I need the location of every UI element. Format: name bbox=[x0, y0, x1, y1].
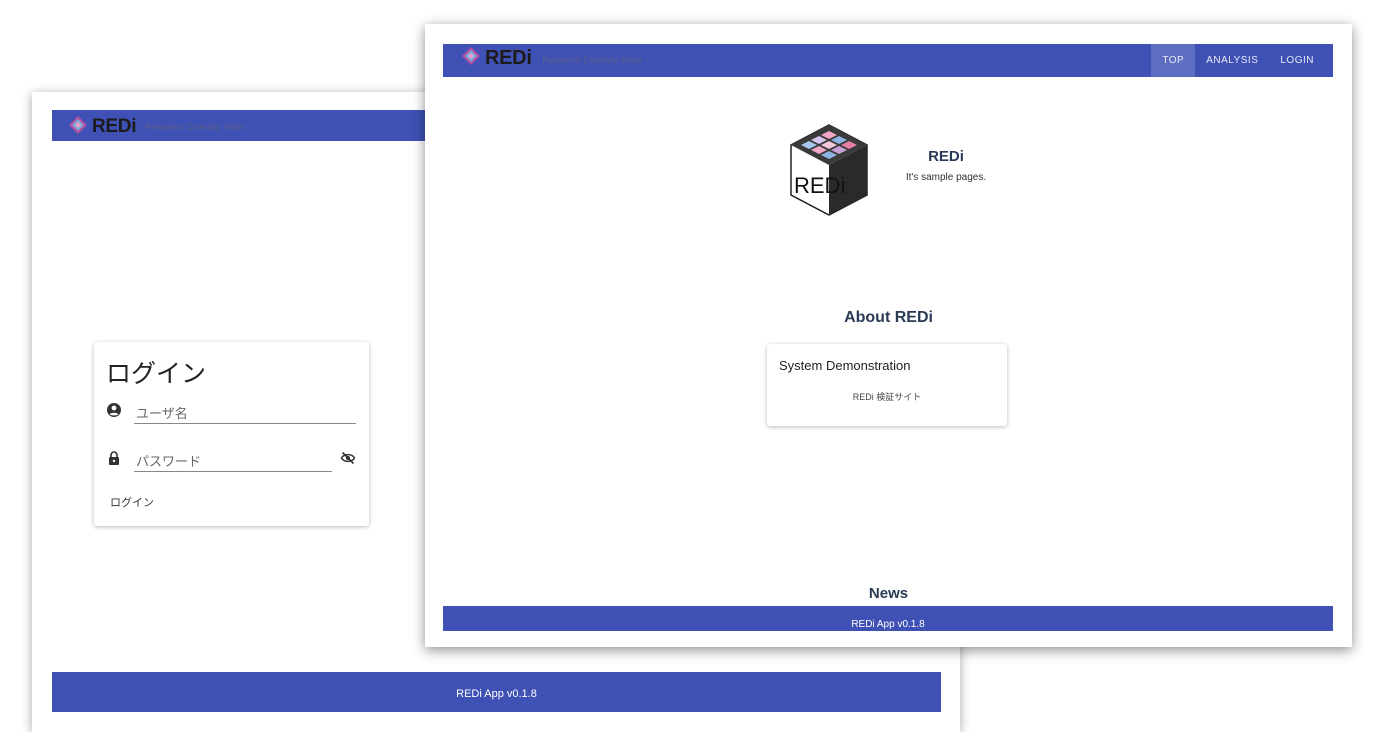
cube-logo-text: REDi bbox=[794, 173, 845, 198]
nav-links: TOP ANALYSIS LOGIN bbox=[1151, 44, 1325, 77]
redi-logo-icon bbox=[69, 116, 87, 134]
password-field[interactable]: パスワード bbox=[106, 448, 356, 472]
password-placeholder: パスワード bbox=[136, 454, 202, 469]
redi-logo-icon bbox=[462, 47, 480, 65]
demo-card-title: System Demonstration bbox=[779, 358, 911, 373]
username-field[interactable]: ユーザ名 bbox=[106, 400, 356, 424]
hero-title: REDi bbox=[928, 148, 964, 165]
nav-analysis[interactable]: ANALYSIS bbox=[1195, 44, 1269, 77]
hero-subtitle: It's sample pages. bbox=[905, 172, 987, 183]
brand-name: REDi bbox=[92, 116, 137, 137]
top-window: REDi - Research Diversity Index - TOP AN… bbox=[425, 24, 1352, 647]
login-title: ログイン bbox=[106, 360, 207, 388]
login-app-bar: REDi - Research Diversity Index - bbox=[52, 110, 432, 141]
login-button[interactable]: ログイン bbox=[110, 494, 154, 510]
brand-tagline: - Research Diversity Index - bbox=[537, 55, 649, 65]
nav-top[interactable]: TOP bbox=[1151, 44, 1196, 77]
top-footer: REDi App v0.1.8 bbox=[443, 606, 1333, 631]
username-underline bbox=[134, 423, 356, 424]
brand-name: REDi bbox=[485, 47, 532, 69]
brand-tagline: - Research Diversity Index - bbox=[140, 122, 252, 132]
demo-card-text: REDi 検証サイト bbox=[852, 392, 922, 402]
username-placeholder: ユーザ名 bbox=[136, 406, 188, 421]
nav-login[interactable]: LOGIN bbox=[1269, 44, 1325, 77]
password-underline bbox=[134, 471, 332, 472]
login-card: ログイン ユーザ名 パスワード ログイン bbox=[94, 342, 369, 526]
eye-off-icon[interactable] bbox=[340, 450, 356, 466]
top-footer-version: REDi App v0.1.8 bbox=[851, 619, 925, 630]
login-footer: REDi App v0.1.8 bbox=[52, 672, 941, 712]
lock-icon bbox=[109, 451, 119, 465]
login-footer-version: REDi App v0.1.8 bbox=[456, 688, 537, 700]
about-heading: About REDi bbox=[844, 309, 933, 326]
news-heading: News bbox=[868, 585, 909, 602]
redi-cube-logo: REDi bbox=[790, 124, 868, 216]
account-circle-icon bbox=[107, 403, 121, 417]
demo-card[interactable]: System Demonstration REDi 検証サイト bbox=[767, 344, 1007, 426]
top-app-bar: REDi - Research Diversity Index - TOP AN… bbox=[443, 44, 1333, 77]
